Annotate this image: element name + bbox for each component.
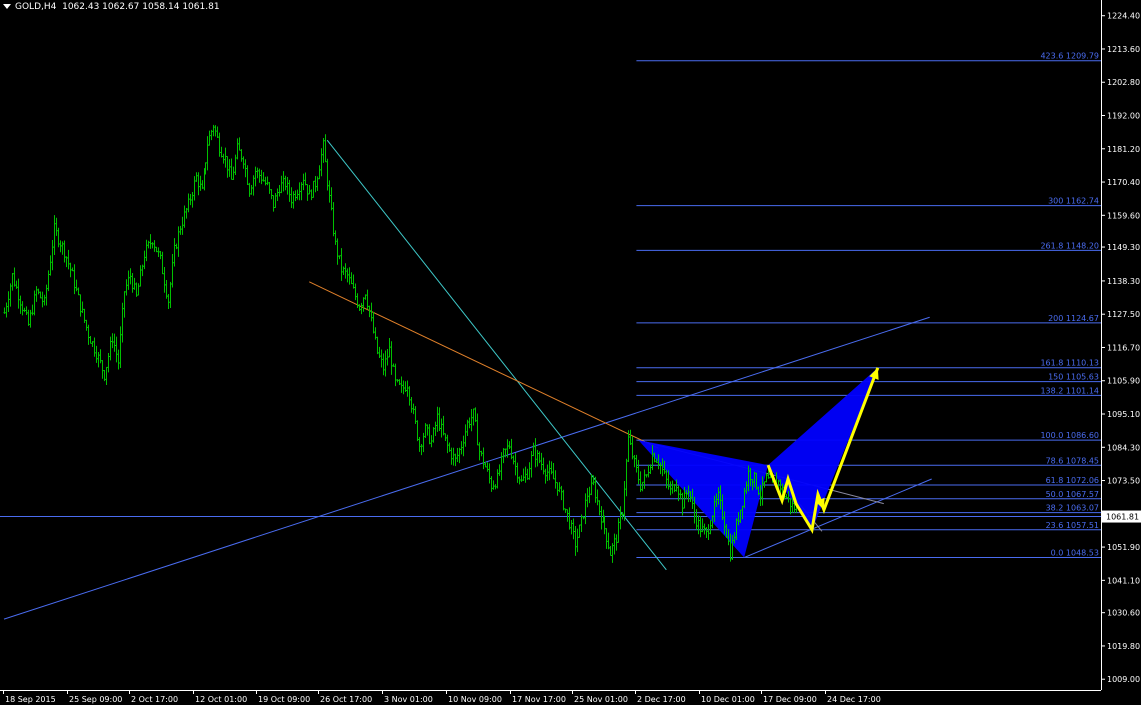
price-tick-label: 1116.70 xyxy=(1107,343,1140,352)
time-tick-label: 12 Oct 01:00 xyxy=(195,695,247,704)
price-tick-label: 1009.00 xyxy=(1107,675,1140,684)
fib-level-label: 38.2 1063.07 xyxy=(1046,504,1099,513)
fib-level-label: 161.8 1110.13 xyxy=(1040,359,1099,368)
time-tick-label: 24 Dec 17:00 xyxy=(827,695,881,704)
price-tick-label: 1095.10 xyxy=(1107,410,1140,419)
price-tick-label: 1127.50 xyxy=(1107,310,1140,319)
price-tick-label: 1213.60 xyxy=(1107,45,1140,54)
time-tick-label: 17 Dec 09:00 xyxy=(763,695,817,704)
price-tick-label: 1030.60 xyxy=(1107,609,1140,618)
time-tick-label: 18 Sep 2015 xyxy=(5,695,56,704)
time-tick-label: 2 Dec 17:00 xyxy=(637,695,686,704)
fib-level-label: 78.6 1078.45 xyxy=(1046,456,1099,465)
fib-level-label: 138.2 1101.14 xyxy=(1040,386,1099,395)
price-tick-label: 1181.20 xyxy=(1107,145,1140,154)
fib-level-label: 300 1162.74 xyxy=(1048,197,1099,206)
fib-level-label: 150 1105.63 xyxy=(1048,373,1099,382)
time-tick-label: 17 Nov 17:00 xyxy=(512,695,566,704)
price-tick-label: 1073.50 xyxy=(1107,477,1140,486)
fib-level-label: 100.0 1086.60 xyxy=(1040,431,1099,440)
price-tick-label: 1159.60 xyxy=(1107,211,1140,220)
time-tick-label: 3 Nov 01:00 xyxy=(384,695,433,704)
time-tick-label: 26 Oct 17:00 xyxy=(320,695,372,704)
time-tick-label: 25 Sep 09:00 xyxy=(69,695,122,704)
fib-level-label: 50.0 1067.57 xyxy=(1046,490,1099,499)
price-tick-label: 1084.30 xyxy=(1107,443,1140,452)
current-price-label: 1061.81 xyxy=(1106,513,1139,522)
price-tick-label: 1138.30 xyxy=(1107,277,1140,286)
symbol-header[interactable]: GOLD,H4 1062.43 1062.67 1058.14 1061.81 xyxy=(3,2,220,12)
price-tick-label: 1105.90 xyxy=(1107,377,1140,386)
chevron-down-icon[interactable] xyxy=(3,4,11,9)
chart-background xyxy=(0,0,1141,705)
price-tick-label: 1224.40 xyxy=(1107,12,1140,21)
price-tick-label: 1170.40 xyxy=(1107,178,1140,187)
time-tick-label: 25 Nov 01:00 xyxy=(574,695,628,704)
fib-level-label: 200 1124.67 xyxy=(1048,314,1099,323)
price-tick-label: 1149.30 xyxy=(1107,243,1140,252)
fib-level-label: 423.6 1209.79 xyxy=(1040,52,1099,61)
chart-canvas: 423.6 1209.79 300 1162.74 261.8 1148.20 200… xyxy=(0,0,1141,705)
fib-level-label: 261.8 1148.20 xyxy=(1040,241,1099,250)
time-tick-label: 2 Oct 17:00 xyxy=(131,695,178,704)
fib-level-label: 23.6 1057.51 xyxy=(1046,521,1099,530)
fib-level-label: 61.8 1072.06 xyxy=(1046,476,1099,485)
symbol-name: GOLD,H4 xyxy=(15,2,57,12)
time-tick-label: 10 Dec 01:00 xyxy=(701,695,755,704)
price-tick-label: 1192.00 xyxy=(1107,112,1140,121)
price-tick-label: 1041.10 xyxy=(1107,576,1140,585)
price-tick-label: 1051.90 xyxy=(1107,543,1140,552)
price-tick-label: 1202.80 xyxy=(1107,78,1140,87)
time-tick-label: 19 Oct 09:00 xyxy=(258,695,310,704)
fib-level-label: 0.0 1048.53 xyxy=(1051,548,1099,557)
ohlc-values: 1062.43 1062.67 1058.14 1061.81 xyxy=(62,2,220,12)
price-tick-label: 1019.80 xyxy=(1107,642,1140,651)
time-tick-label: 10 Nov 09:00 xyxy=(448,695,502,704)
